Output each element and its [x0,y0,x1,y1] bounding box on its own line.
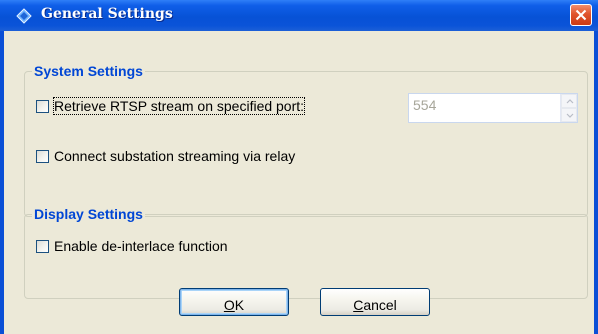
relay-checkbox[interactable] [36,150,49,163]
spin-buttons [560,94,577,122]
rtsp-port-spinbox[interactable]: 554 [408,93,578,123]
deinterlace-label[interactable]: Enable de-interlace function [54,238,228,254]
relay-label[interactable]: Connect substation streaming via relay [54,148,295,164]
title-bar[interactable]: General Settings [0,0,598,31]
display-settings-group [24,214,588,299]
deinterlace-checkbox[interactable] [36,240,49,253]
relay-option[interactable]: Connect substation streaming via relay [36,148,396,166]
rtsp-port-option[interactable]: Retrieve RTSP stream on specified port: [36,97,388,116]
display-settings-heading: Display Settings [32,206,145,222]
close-button[interactable] [570,4,592,26]
chevron-down-icon [566,113,574,118]
cancel-button-label: Cancel [353,297,397,313]
spin-up-button[interactable] [561,94,577,108]
rtsp-port-value[interactable]: 554 [413,97,436,113]
spin-down-button[interactable] [561,108,577,122]
app-icon [16,8,32,24]
general-settings-dialog: General Settings System Settings Retriev… [0,0,598,334]
ok-button-label: OK [223,297,245,313]
system-settings-heading: System Settings [32,63,145,79]
chevron-up-icon [566,99,574,104]
close-icon [575,9,587,21]
dialog-body: System Settings Retrieve RTSP stream on … [4,31,594,334]
deinterlace-option[interactable]: Enable de-interlace function [36,238,316,256]
cancel-button[interactable]: Cancel [320,288,430,316]
rtsp-port-label[interactable]: Retrieve RTSP stream on specified port: [52,97,306,115]
ok-button[interactable]: OK [179,288,289,316]
window-title: General Settings [41,6,173,22]
rtsp-port-checkbox[interactable] [36,100,49,113]
